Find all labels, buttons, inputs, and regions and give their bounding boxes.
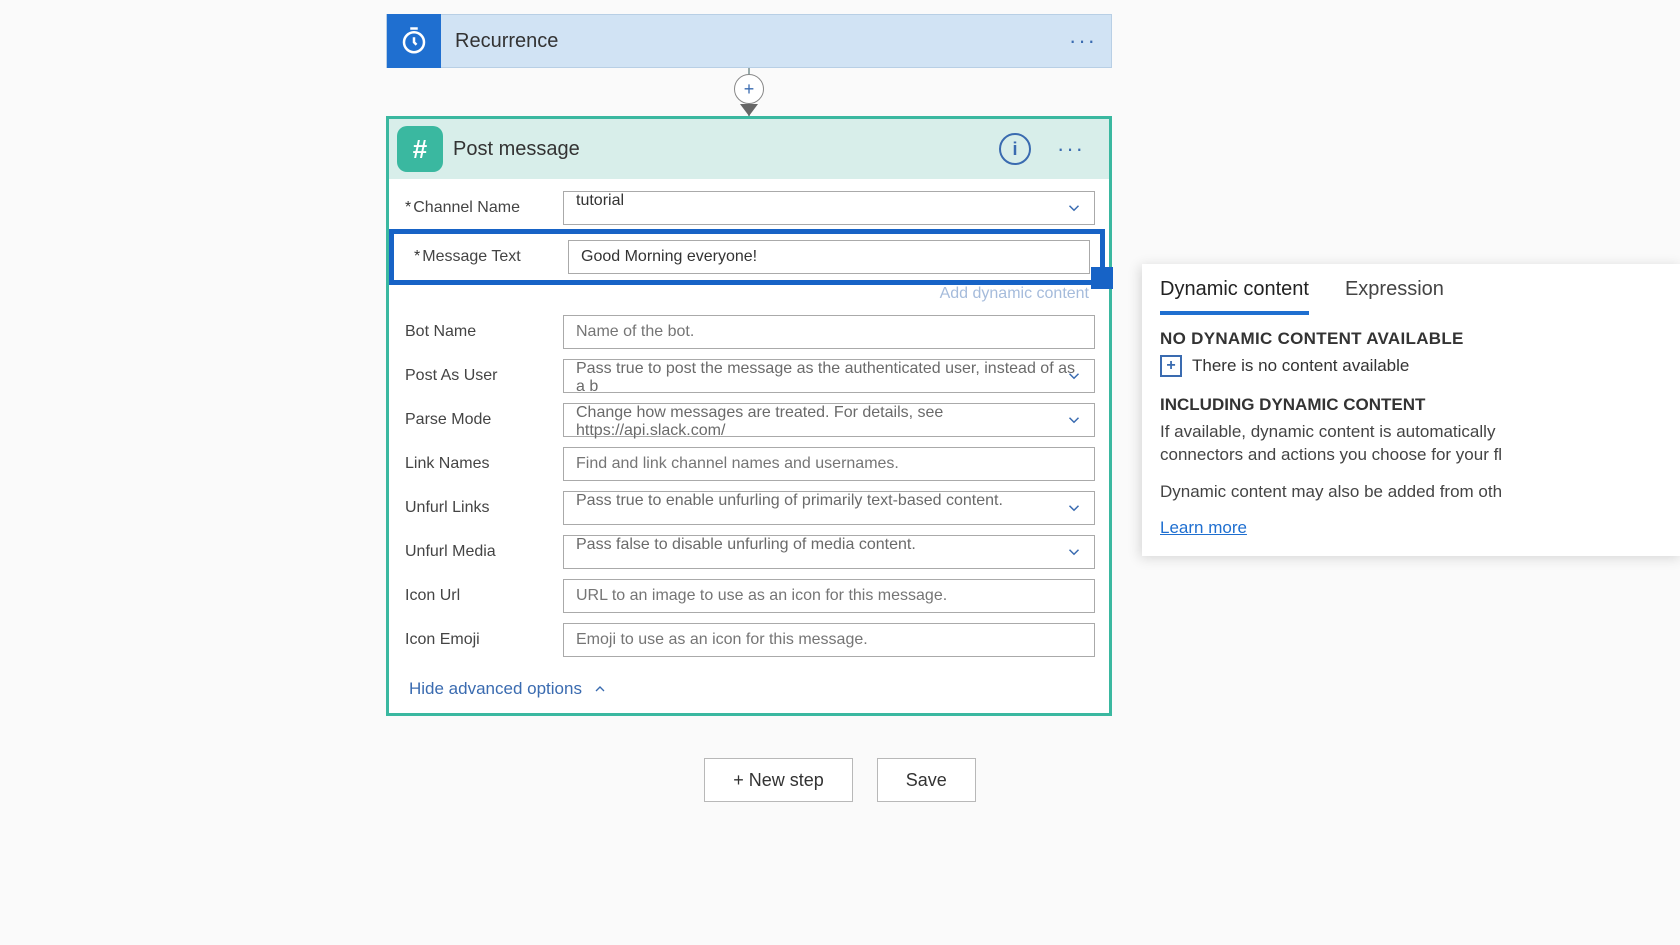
unfurl-media-row: Unfurl Media Pass false to disable unfur… xyxy=(403,535,1095,569)
channel-name-row: *Channel Name tutorial xyxy=(403,191,1095,225)
including-dynamic-content-title: INCLUDING DYNAMIC CONTENT xyxy=(1160,395,1664,415)
parse-mode-label: Parse Mode xyxy=(403,411,563,429)
message-text-row: *Message Text xyxy=(389,229,1105,285)
chevron-down-icon[interactable] xyxy=(1059,493,1089,523)
recurrence-trigger-card[interactable]: Recurrence ··· xyxy=(386,14,1112,68)
hide-advanced-options-toggle[interactable]: Hide advanced options xyxy=(403,679,608,699)
chevron-down-icon[interactable] xyxy=(1059,537,1089,567)
parse-mode-select[interactable]: Change how messages are treated. For det… xyxy=(563,403,1095,437)
message-text-label: *Message Text xyxy=(404,248,568,266)
chevron-up-icon xyxy=(592,681,608,697)
post-as-user-row: Post As User Pass true to post the messa… xyxy=(403,359,1095,393)
bot-name-label: Bot Name xyxy=(403,323,563,341)
save-button[interactable]: Save xyxy=(877,758,976,802)
including-dynamic-content-text: If available, dynamic content is automat… xyxy=(1160,421,1664,467)
icon-url-row: Icon Url xyxy=(403,579,1095,613)
chevron-down-icon[interactable] xyxy=(1059,405,1089,435)
message-text-input[interactable] xyxy=(568,240,1090,274)
link-names-input[interactable] xyxy=(563,447,1095,481)
post-as-user-select[interactable]: Pass true to post the message as the aut… xyxy=(563,359,1095,393)
recurrence-icon xyxy=(387,14,441,68)
learn-more-link[interactable]: Learn more xyxy=(1160,518,1247,537)
info-icon[interactable]: i xyxy=(999,133,1031,165)
chevron-down-icon[interactable] xyxy=(1059,193,1089,223)
bot-name-input[interactable] xyxy=(563,315,1095,349)
icon-url-input[interactable] xyxy=(563,579,1095,613)
chevron-down-icon[interactable] xyxy=(1059,361,1089,391)
add-dynamic-content-link[interactable]: Add dynamic content xyxy=(940,285,1089,302)
flow-arrow-icon xyxy=(740,104,758,116)
no-dynamic-content-message: There is no content available xyxy=(1192,356,1409,376)
parse-mode-row: Parse Mode Change how messages are treat… xyxy=(403,403,1095,437)
unfurl-links-label: Unfurl Links xyxy=(403,499,563,517)
unfurl-media-label: Unfurl Media xyxy=(403,543,563,561)
no-dynamic-content-title: NO DYNAMIC CONTENT AVAILABLE xyxy=(1160,329,1664,349)
channel-name-label: *Channel Name xyxy=(403,199,563,217)
slack-channel-icon: # xyxy=(397,126,443,172)
icon-emoji-row: Icon Emoji xyxy=(403,623,1095,657)
dynamic-content-pin-icon xyxy=(1091,267,1113,289)
new-step-button[interactable]: + New step xyxy=(704,758,853,802)
post-message-title: Post message xyxy=(453,138,999,161)
post-message-menu-icon[interactable]: ··· xyxy=(1051,129,1091,169)
channel-name-select[interactable]: tutorial xyxy=(563,191,1095,225)
recurrence-menu-icon[interactable]: ··· xyxy=(1063,21,1103,61)
tab-expression[interactable]: Expression xyxy=(1345,278,1444,315)
designer-footer-buttons: + New step Save xyxy=(0,758,1680,802)
post-message-header[interactable]: # Post message i ··· xyxy=(389,119,1109,179)
unfurl-links-select[interactable]: Pass true to enable unfurling of primari… xyxy=(563,491,1095,525)
post-as-user-label: Post As User xyxy=(403,367,563,385)
icon-emoji-label: Icon Emoji xyxy=(403,631,563,649)
add-step-insert-button[interactable]: + xyxy=(734,74,764,104)
link-names-row: Link Names xyxy=(403,447,1095,481)
unfurl-media-select[interactable]: Pass false to disable unfurling of media… xyxy=(563,535,1095,569)
plus-square-icon: + xyxy=(1160,355,1182,377)
recurrence-title: Recurrence xyxy=(441,30,1063,53)
link-names-label: Link Names xyxy=(403,455,563,473)
bot-name-row: Bot Name xyxy=(403,315,1095,349)
icon-url-label: Icon Url xyxy=(403,587,563,605)
tab-dynamic-content[interactable]: Dynamic content xyxy=(1160,278,1309,315)
post-message-action-card: # Post message i ··· *Channel Name tutor… xyxy=(386,116,1112,716)
icon-emoji-input[interactable] xyxy=(563,623,1095,657)
unfurl-links-row: Unfurl Links Pass true to enable unfurli… xyxy=(403,491,1095,525)
dynamic-content-flyout: Dynamic content Expression NO DYNAMIC CO… xyxy=(1142,264,1680,556)
including-dynamic-content-text-2: Dynamic content may also be added from o… xyxy=(1160,481,1664,504)
